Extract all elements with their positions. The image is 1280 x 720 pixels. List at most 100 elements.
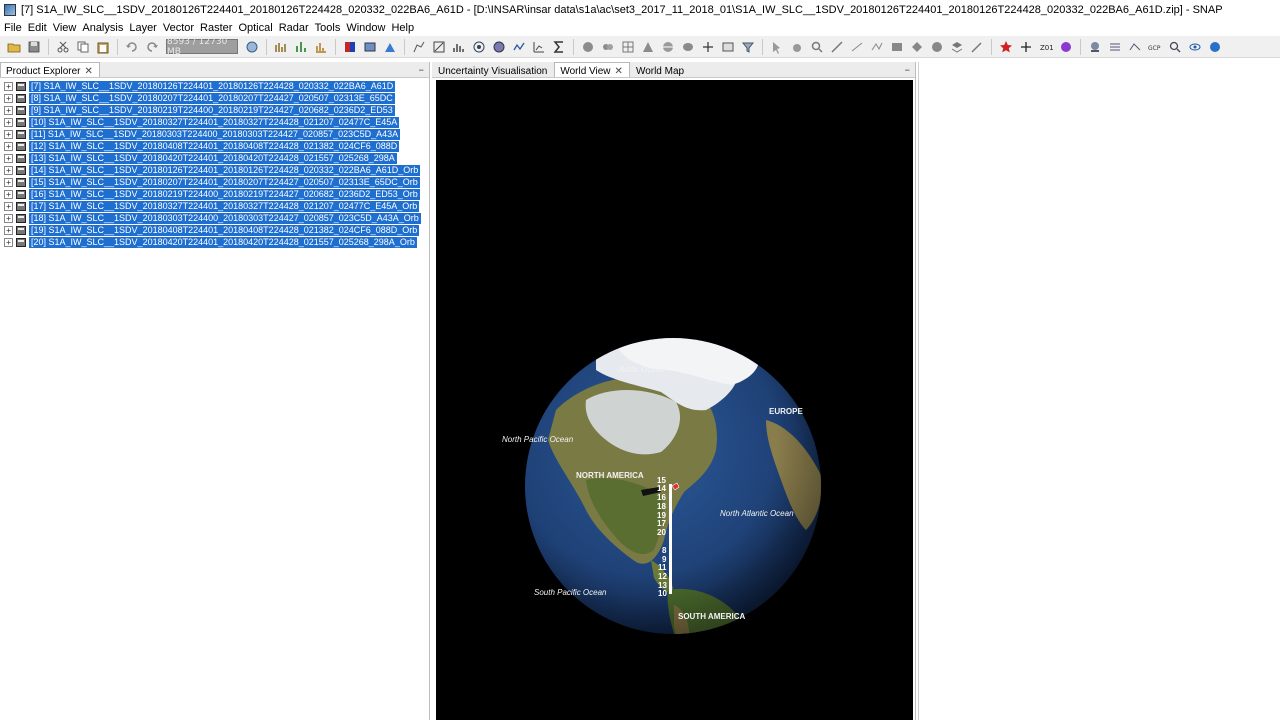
polygon-icon[interactable] (660, 39, 676, 55)
overlay-icon[interactable] (1087, 39, 1103, 55)
range-icon[interactable] (720, 39, 736, 55)
copy-icon[interactable] (75, 39, 91, 55)
export-icon[interactable] (293, 39, 309, 55)
ellipse-draw-icon[interactable] (929, 39, 945, 55)
sigma-icon[interactable] (491, 39, 507, 55)
product-label[interactable]: [9] S1A_IW_SLC__1SDV_20180219T224400_201… (29, 104, 395, 116)
cursor-icon[interactable] (769, 39, 785, 55)
product-label[interactable]: [8] S1A_IW_SLC__1SDV_20180207T224401_201… (29, 92, 395, 104)
layer-icon[interactable] (949, 39, 965, 55)
redo-icon[interactable] (144, 39, 160, 55)
profile-icon[interactable] (531, 39, 547, 55)
menu-raster[interactable]: Raster (198, 22, 236, 34)
world-view-canvas[interactable]: 15 14 16 18 19 17 20 8 9 11 12 13 10 Arc… (436, 80, 913, 720)
tab-uncertainty-visualisation[interactable]: Uncertainty Visualisation (432, 62, 555, 77)
product-label[interactable]: [17] S1A_IW_SLC__1SDV_20180327T224401_20… (29, 200, 420, 212)
product-label[interactable]: [15] S1A_IW_SLC__1SDV_20180207T224401_20… (29, 176, 420, 188)
menu-file[interactable]: File (2, 22, 26, 34)
product-tree-row[interactable]: + [12] S1A_IW_SLC__1SDV_20180408T224401_2… (0, 140, 429, 152)
menu-layer[interactable]: Layer (127, 22, 161, 34)
color-icon[interactable] (362, 39, 378, 55)
expand-icon[interactable]: + (4, 153, 13, 163)
tab-world-map[interactable]: World Map (629, 62, 692, 77)
ruler-icon[interactable] (829, 39, 845, 55)
expand-icon[interactable]: + (4, 225, 13, 235)
product-label[interactable]: [19] S1A_IW_SLC__1SDV_20180408T224401_20… (29, 224, 420, 236)
paste-icon[interactable] (95, 39, 111, 55)
save-product-icon[interactable] (26, 39, 42, 55)
wand-icon[interactable] (969, 39, 985, 55)
filter-icon[interactable] (740, 39, 756, 55)
sum-icon[interactable] (551, 39, 567, 55)
polyline-icon[interactable] (869, 39, 885, 55)
product-tree-row[interactable]: + [17] S1A_IW_SLC__1SDV_20180327T224401_2… (0, 200, 429, 212)
eye-icon[interactable] (1187, 39, 1203, 55)
expand-icon[interactable]: + (4, 81, 13, 91)
product-label[interactable]: [14] S1A_IW_SLC__1SDV_20180126T224401_20… (29, 164, 421, 176)
gcp-icon[interactable] (700, 39, 716, 55)
graticule-icon[interactable] (1107, 39, 1123, 55)
product-tree-row[interactable]: + [7] S1A_IW_SLC__1SDV_20180126T224401_20… (0, 80, 429, 92)
product-label[interactable]: [7] S1A_IW_SLC__1SDV_20180126T224401_201… (29, 80, 396, 92)
menu-vector[interactable]: Vector (161, 22, 198, 34)
undo-icon[interactable] (124, 39, 140, 55)
pan-icon[interactable] (600, 39, 616, 55)
expand-icon[interactable]: + (4, 189, 13, 199)
search-icon[interactable] (1167, 39, 1183, 55)
menu-help[interactable]: Help (389, 22, 418, 34)
line-plot-icon[interactable] (511, 39, 527, 55)
product-tree-row[interactable]: + [15] S1A_IW_SLC__1SDV_20180207T224401_2… (0, 176, 429, 188)
cut-icon[interactable] (55, 39, 71, 55)
menu-window[interactable]: Window (344, 22, 389, 34)
expand-icon[interactable]: + (4, 129, 13, 139)
open-product-icon[interactable] (6, 39, 22, 55)
pin-place-icon[interactable] (1018, 39, 1034, 55)
world-icon[interactable] (431, 39, 447, 55)
product-tree-row[interactable]: + [11] S1A_IW_SLC__1SDV_20180303T224400_2… (0, 128, 429, 140)
magnifier-icon[interactable] (809, 39, 825, 55)
product-label[interactable]: [18] S1A_IW_SLC__1SDV_20180303T224400_20… (29, 212, 421, 224)
product-label[interactable]: [10] S1A_IW_SLC__1SDV_20180327T224401_20… (29, 116, 400, 128)
shape-draw-icon[interactable] (909, 39, 925, 55)
histogram-icon[interactable] (451, 39, 467, 55)
product-label[interactable]: [13] S1A_IW_SLC__1SDV_20180420T224401_20… (29, 152, 397, 164)
expand-icon[interactable]: + (4, 237, 13, 247)
expand-icon[interactable]: + (4, 93, 13, 103)
product-tree-row[interactable]: + [13] S1A_IW_SLC__1SDV_20180420T224401_2… (0, 152, 429, 164)
info-icon[interactable] (1207, 39, 1223, 55)
menu-edit[interactable]: Edit (26, 22, 51, 34)
product-label[interactable]: [16] S1A_IW_SLC__1SDV_20180219T224400_20… (29, 188, 420, 200)
product-tree-row[interactable]: + [8] S1A_IW_SLC__1SDV_20180207T224401_20… (0, 92, 429, 104)
gcp-place-icon[interactable]: Z01 (1038, 39, 1054, 55)
product-label[interactable]: [12] S1A_IW_SLC__1SDV_20180408T224401_20… (29, 140, 400, 152)
tab-product-explorer[interactable]: Product Explorer ✕ (0, 62, 100, 77)
magic-icon[interactable] (1058, 39, 1074, 55)
expand-icon[interactable]: + (4, 165, 13, 175)
minimize-icon[interactable]: – (905, 63, 911, 76)
scatter-icon[interactable] (471, 39, 487, 55)
product-tree-row[interactable]: + [20] S1A_IW_SLC__1SDV_20180420T224401_2… (0, 236, 429, 248)
menu-analysis[interactable]: Analysis (80, 22, 127, 34)
measure-icon[interactable] (640, 39, 656, 55)
product-tree-row[interactable]: + [10] S1A_IW_SLC__1SDV_20180327T224401_2… (0, 116, 429, 128)
world-map-icon[interactable] (1127, 39, 1143, 55)
tab-world-view[interactable]: World View ✕ (554, 62, 630, 77)
star-icon[interactable] (998, 39, 1014, 55)
zoom-icon[interactable] (620, 39, 636, 55)
close-icon[interactable]: ✕ (84, 66, 92, 77)
memory-indicator[interactable]: 8593 / 12730 MB (166, 37, 238, 57)
expand-icon[interactable]: + (4, 105, 13, 115)
line-draw-icon[interactable] (849, 39, 865, 55)
product-tree-row[interactable]: + [9] S1A_IW_SLC__1SDV_20180219T224400_20… (0, 104, 429, 116)
product-label[interactable]: [20] S1A_IW_SLC__1SDV_20180420T224401_20… (29, 236, 417, 248)
product-tree-row[interactable]: + [16] S1A_IW_SLC__1SDV_20180219T224400_2… (0, 188, 429, 200)
expand-icon[interactable]: + (4, 141, 13, 151)
menu-optical[interactable]: Optical (236, 22, 276, 34)
menu-radar[interactable]: Radar (277, 22, 313, 34)
rect-draw-icon[interactable] (889, 39, 905, 55)
menu-tools[interactable]: Tools (313, 22, 345, 34)
expand-icon[interactable]: + (4, 117, 13, 127)
close-icon[interactable]: ✕ (615, 66, 623, 77)
product-label[interactable]: [11] S1A_IW_SLC__1SDV_20180303T224400_20… (29, 128, 401, 140)
import-icon[interactable] (273, 39, 289, 55)
